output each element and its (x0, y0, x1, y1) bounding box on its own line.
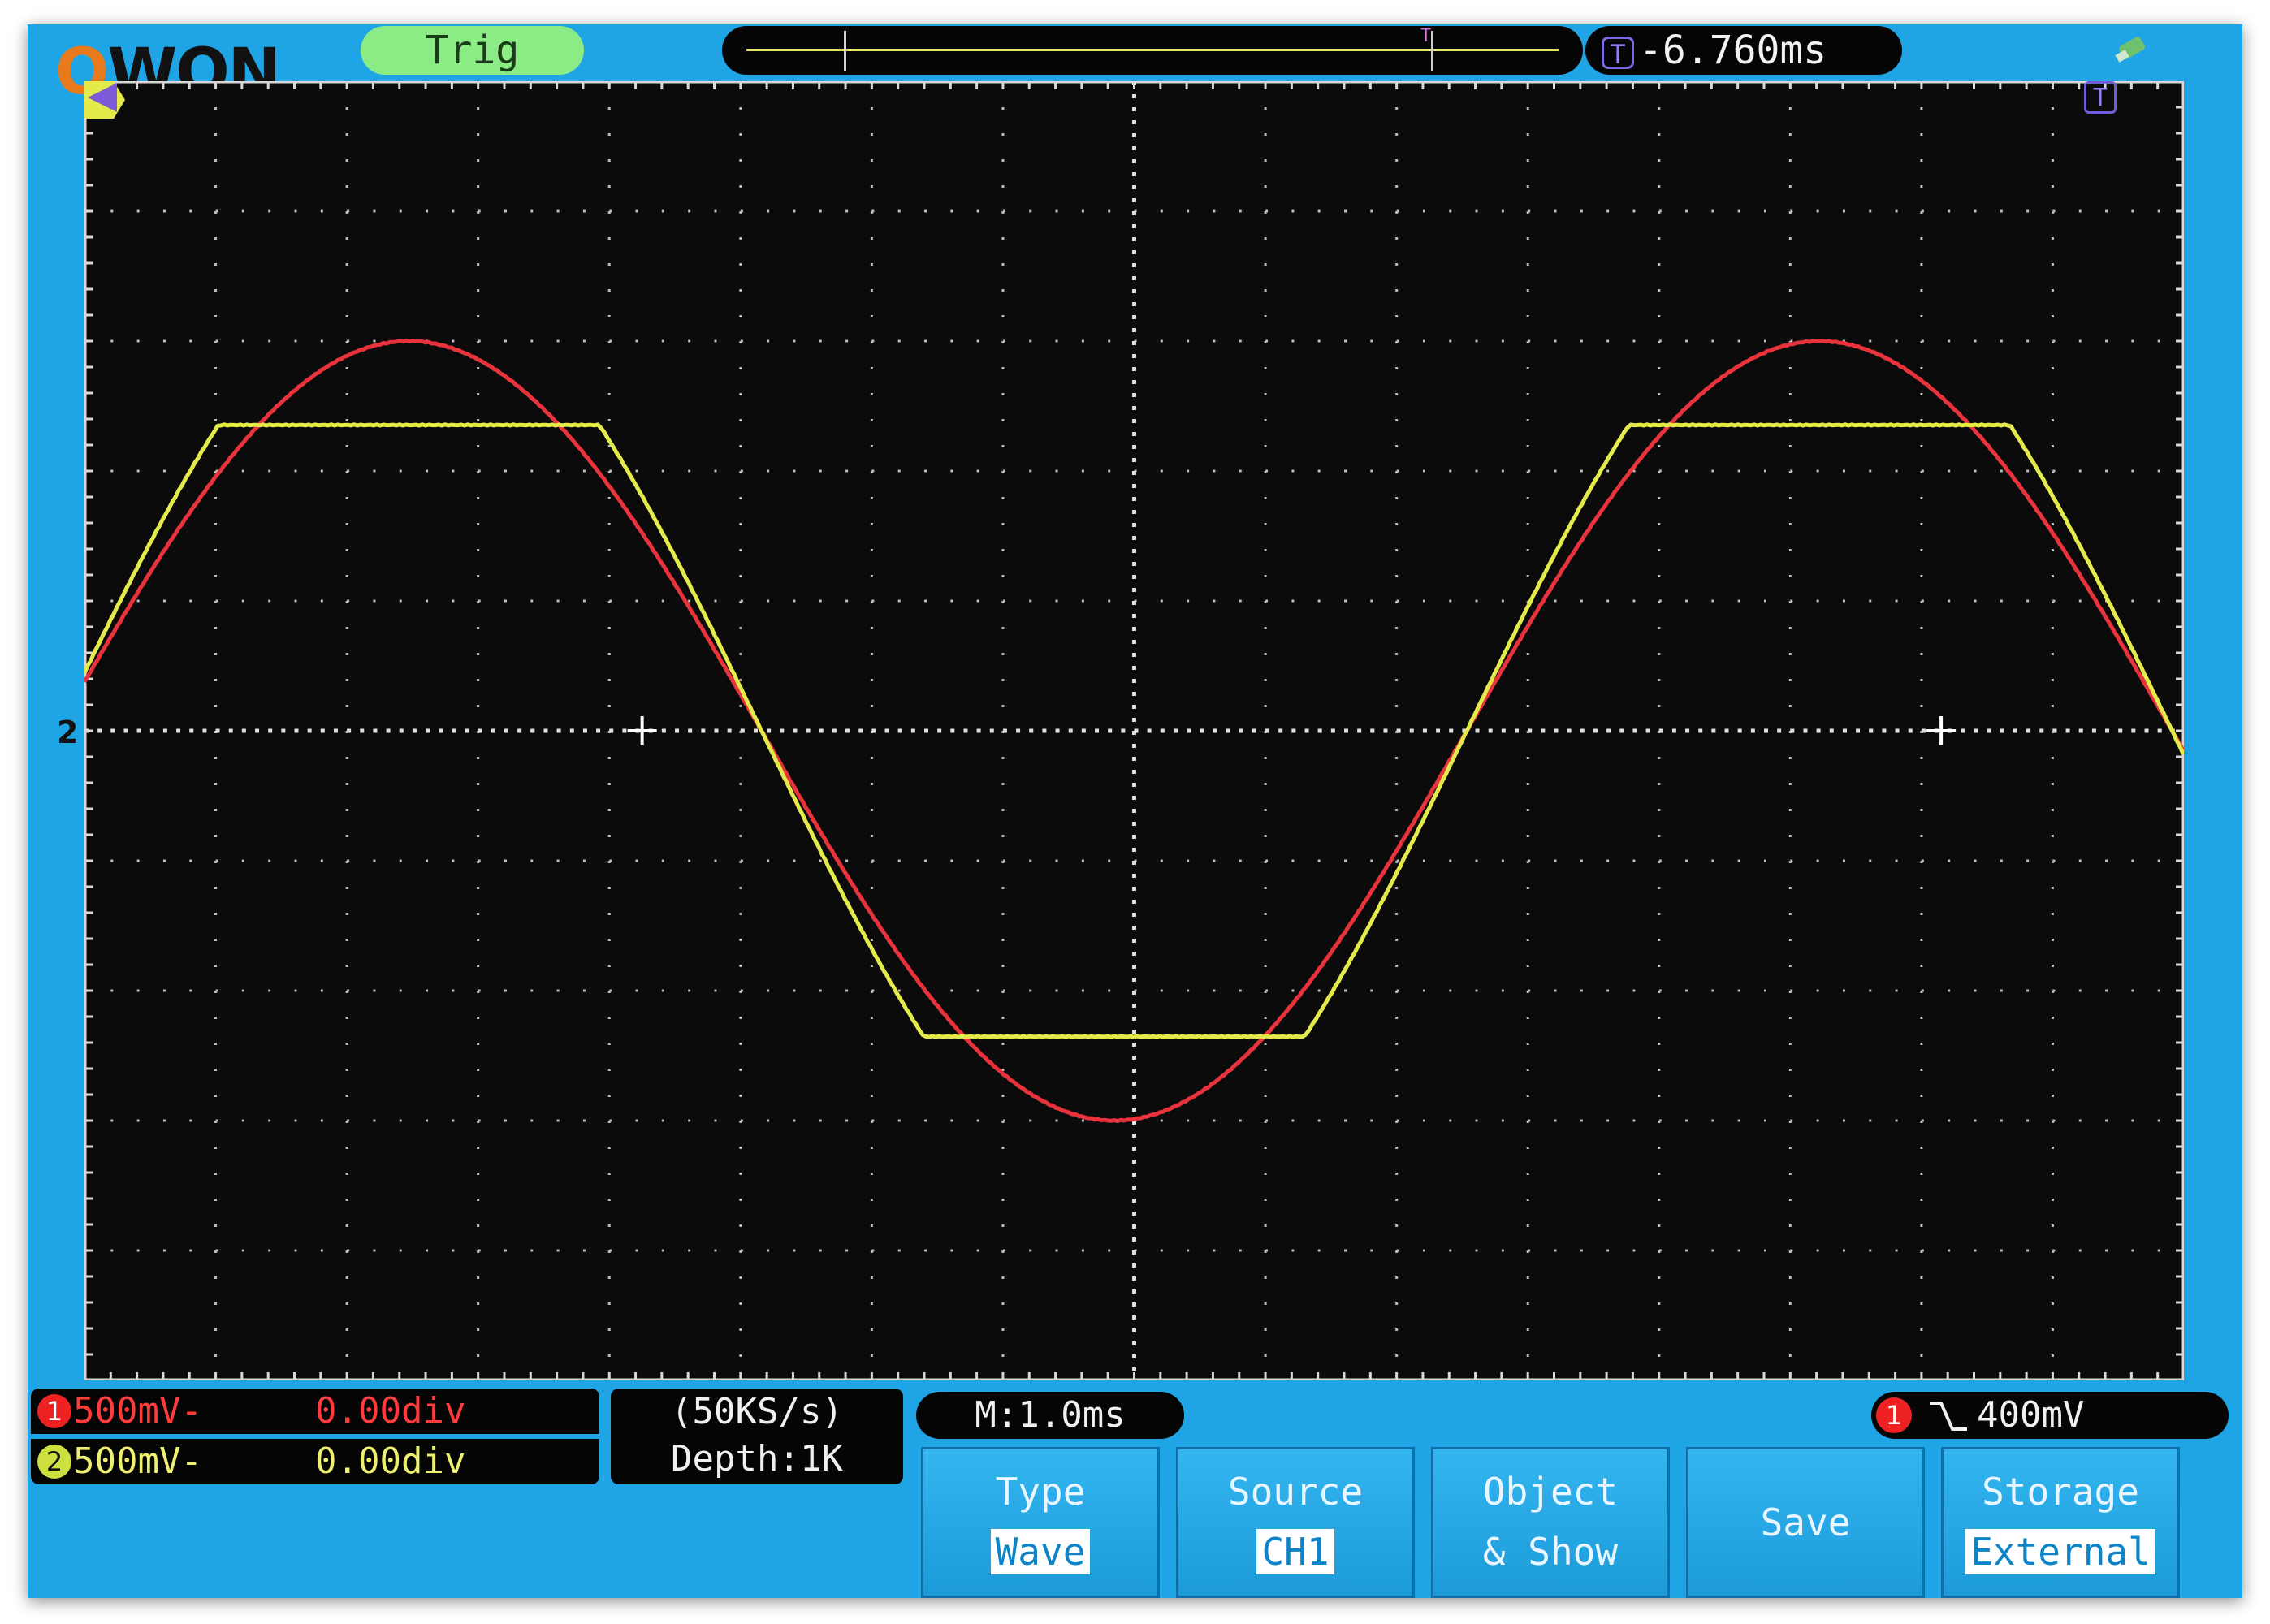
softkey-type-value: Wave (990, 1529, 1091, 1574)
waveform-screen[interactable]: T 2 (57, 81, 2184, 1380)
channel1-info[interactable]: 1 500mV- 0.00div (31, 1389, 599, 1434)
trigger-position-readout: T -6.760ms (1585, 26, 1902, 75)
softkey-object-line2: & Show (1482, 1530, 1619, 1574)
falling-edge-icon (1930, 1402, 1967, 1431)
oscilloscope-display: OWON Trig T T -6.760ms T 2 1 500mV- 0.00d… (28, 24, 2242, 1598)
sample-rate: (50KS/s) (671, 1391, 843, 1432)
softkey-storage[interactable]: Storage External (1941, 1447, 2180, 1598)
softkey-object-show[interactable]: Object & Show (1431, 1447, 1670, 1598)
softkey-type[interactable]: Type Wave (921, 1447, 1160, 1598)
trigger-t-icon: T (2084, 81, 2117, 114)
acquisition-info: (50KS/s) Depth:1K (611, 1389, 903, 1484)
trigger-level-arrow-icon[interactable] (84, 81, 117, 114)
softkey-storage-value: External (1965, 1529, 2155, 1574)
trigger-level: 400mV (1977, 1394, 2085, 1436)
trigger-point-icon: T (1420, 26, 1432, 46)
graticule (84, 81, 2184, 1380)
trigger-source-badge: 1 (1876, 1397, 1912, 1433)
memory-position-bar: T (722, 26, 1583, 75)
channel1-scale: 500mV- (73, 1390, 202, 1432)
channel1-badge: 1 (37, 1394, 71, 1428)
softkey-save[interactable]: Save (1686, 1447, 1925, 1598)
trigger-status-badge: Trig (361, 26, 584, 75)
usb-icon (2115, 37, 2146, 63)
memory-depth: Depth:1K (671, 1438, 843, 1479)
channel1-offset: 0.00div (315, 1390, 466, 1432)
waveform-canvas (84, 81, 2184, 1380)
trigger-position-value: -6.760ms (1639, 28, 1827, 73)
softkey-type-label: Type (995, 1470, 1086, 1514)
softkey-source[interactable]: Source CH1 (1176, 1447, 1415, 1598)
channel2-badge: 2 (37, 1445, 71, 1479)
softkey-storage-label: Storage (1982, 1470, 2139, 1514)
softkey-source-label: Source (1227, 1470, 1364, 1514)
channel2-offset: 0.00div (315, 1440, 466, 1482)
channel2-scale: 500mV- (73, 1440, 202, 1482)
softkey-object-line1: Object (1482, 1470, 1619, 1514)
main-timebase[interactable]: M:1.0ms (916, 1392, 1184, 1439)
trigger-info[interactable]: 1 400mV (1871, 1392, 2229, 1439)
softkey-save-label: Save (1760, 1501, 1851, 1544)
trigger-t-icon: T (1602, 37, 1634, 70)
channel2-info[interactable]: 2 500mV- 0.00div (31, 1439, 599, 1484)
channel2-marker-label: 2 (57, 715, 79, 750)
view-window-bracket (844, 31, 1433, 71)
softkey-source-value: CH1 (1256, 1529, 1334, 1574)
